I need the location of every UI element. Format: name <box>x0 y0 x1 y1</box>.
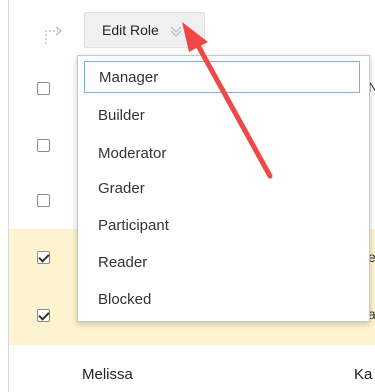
menu-item-moderator[interactable]: Moderator <box>84 137 360 169</box>
row-checkbox[interactable] <box>37 82 50 95</box>
menu-item-label: Moderator <box>98 144 167 162</box>
user-first-name: Melissa <box>82 366 133 383</box>
row-checkbox-checked[interactable] <box>37 309 50 322</box>
role-dropdown-menu: Manager Builder Moderator Grader Partici… <box>77 55 370 322</box>
menu-item-participant[interactable]: Participant <box>84 209 360 241</box>
edit-role-button[interactable]: Edit Role <box>84 12 205 48</box>
menu-item-blocked[interactable]: Blocked <box>84 283 360 315</box>
tree-branch-icon <box>45 26 62 44</box>
menu-item-manager[interactable]: Manager <box>84 61 360 93</box>
edit-role-label: Edit Role <box>102 22 159 38</box>
chevron-down-icon[interactable] <box>169 23 183 37</box>
table-header: Edit Role <box>9 0 375 56</box>
menu-item-label: Builder <box>98 106 145 124</box>
menu-item-label: Participant <box>98 216 169 234</box>
menu-item-builder[interactable]: Builder <box>84 99 360 131</box>
row-checkbox[interactable] <box>37 139 50 152</box>
menu-item-label: Manager <box>99 68 159 86</box>
row-checkbox-checked[interactable] <box>37 251 50 264</box>
user-last-name: Ka <box>354 366 373 383</box>
menu-item-label: Grader <box>98 179 145 197</box>
menu-item-label: Blocked <box>98 290 152 308</box>
menu-item-reader[interactable]: Reader <box>84 246 360 278</box>
menu-item-label: Reader <box>98 253 148 271</box>
row-checkbox[interactable] <box>37 194 50 207</box>
menu-item-grader[interactable]: Grader <box>84 172 360 204</box>
